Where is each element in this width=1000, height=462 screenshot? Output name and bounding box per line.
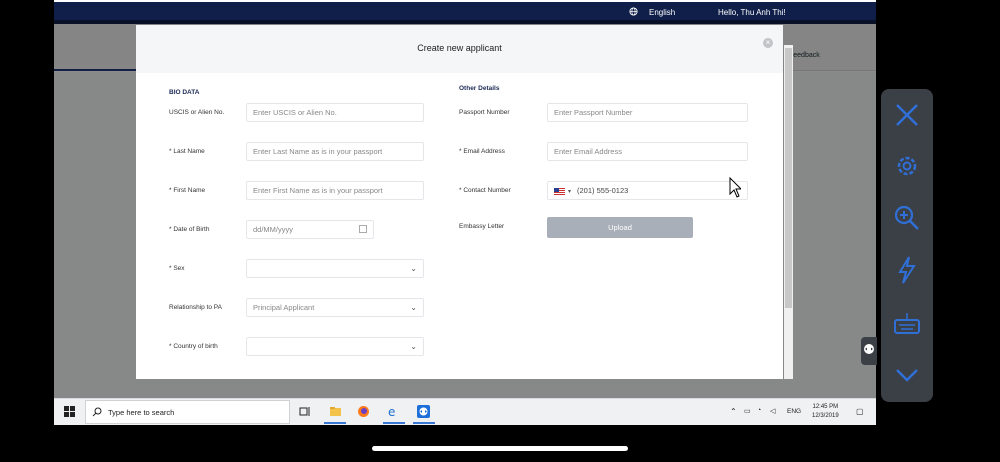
last-name-label: * Last Name bbox=[169, 148, 205, 155]
dob-label: * Date of Birth bbox=[169, 226, 210, 233]
uscis-label: USCIS or Alien No. bbox=[169, 109, 225, 116]
chevron-down-icon: ⌄ bbox=[410, 342, 417, 351]
last-name-input[interactable]: Enter Last Name as is in your passport bbox=[246, 142, 424, 161]
bio-data-heading: BIO DATA bbox=[169, 89, 200, 96]
user-greeting[interactable]: Hello, Thu Anh Thi! bbox=[718, 8, 786, 17]
windows-taskbar: Type here to search e ⌃ ▭ ◔ ◁ ENG 12:45 … bbox=[54, 398, 876, 425]
country-select[interactable]: ⌄ bbox=[246, 337, 424, 356]
volume-icon[interactable]: ◁ bbox=[770, 407, 775, 415]
create-applicant-modal: Create new applicant × BIO DATA Other De… bbox=[136, 25, 783, 379]
edge-icon[interactable]: e bbox=[387, 405, 400, 418]
active-app-indicator bbox=[383, 422, 405, 424]
chevron-down-icon: ⌄ bbox=[410, 303, 417, 312]
upload-button[interactable]: Upload bbox=[547, 217, 693, 238]
other-details-heading: Other Details bbox=[459, 85, 500, 92]
clock-time: 12:45 PM bbox=[812, 404, 839, 410]
search-icon bbox=[92, 407, 102, 417]
contact-label: * Contact Number bbox=[459, 187, 511, 194]
dob-input[interactable]: dd/MM/yyyy bbox=[246, 220, 374, 239]
keyboard-icon[interactable] bbox=[891, 308, 923, 340]
battery-icon[interactable]: ▭ bbox=[744, 407, 751, 415]
language-indicator[interactable]: ENG bbox=[787, 408, 801, 415]
passport-input[interactable]: Enter Passport Number bbox=[547, 103, 748, 122]
close-icon[interactable] bbox=[891, 99, 923, 131]
close-icon[interactable]: × bbox=[763, 38, 773, 48]
clock[interactable]: 12:45 PM 12/3/2019 bbox=[812, 403, 839, 421]
home-indicator[interactable] bbox=[372, 446, 628, 451]
language-selector[interactable]: English bbox=[649, 8, 675, 17]
windows-start-icon[interactable] bbox=[63, 405, 76, 418]
chevron-down-icon[interactable] bbox=[891, 359, 923, 391]
us-flag-icon[interactable] bbox=[554, 187, 565, 195]
sex-label: * Sex bbox=[169, 265, 185, 272]
email-input[interactable]: Enter Email Address bbox=[547, 142, 748, 161]
dob-placeholder: dd/MM/yyyy bbox=[253, 225, 294, 234]
contact-value: (201) 555-0123 bbox=[577, 186, 629, 195]
relationship-label: Relationship to PA bbox=[169, 304, 222, 311]
chevron-down-icon: ⌄ bbox=[410, 264, 417, 273]
embassy-label: Embassy Letter bbox=[459, 223, 505, 230]
uscis-input[interactable]: Enter USCIS or Alien No. bbox=[246, 103, 424, 122]
globe-icon[interactable] bbox=[629, 7, 638, 16]
firefox-icon[interactable] bbox=[357, 405, 370, 418]
zoom-in-icon[interactable] bbox=[891, 202, 923, 234]
active-app-indicator bbox=[324, 422, 346, 424]
teamviewer-tab-icon bbox=[864, 344, 874, 354]
first-name-label: * First Name bbox=[169, 187, 206, 194]
first-name-input[interactable]: Enter First Name as is in your passport bbox=[246, 181, 424, 200]
caret-down-icon[interactable]: ▾ bbox=[568, 189, 571, 195]
email-label: * Email Address bbox=[459, 148, 505, 155]
sex-select[interactable]: ⌄ bbox=[246, 259, 424, 278]
search-placeholder: Type here to search bbox=[108, 408, 175, 417]
remote-panel-tab[interactable] bbox=[861, 337, 877, 365]
screen: English Hello, Thu Anh Thi! Feedback Cre… bbox=[54, 0, 876, 424]
network-icon[interactable]: ◔ bbox=[757, 407, 761, 414]
lightning-icon[interactable] bbox=[891, 254, 923, 286]
modal-header: Create new applicant × bbox=[136, 25, 783, 73]
file-explorer-icon[interactable] bbox=[329, 405, 342, 418]
modal-scrollbar-thumb[interactable] bbox=[785, 48, 792, 308]
calendar-icon[interactable] bbox=[359, 225, 367, 233]
svg-text:e: e bbox=[388, 405, 395, 418]
modal-title: Create new applicant bbox=[417, 43, 502, 53]
relationship-select[interactable]: Principal Applicant ⌄ bbox=[246, 298, 424, 317]
teamviewer-icon[interactable] bbox=[417, 405, 430, 418]
task-view-icon[interactable] bbox=[298, 405, 311, 418]
active-app-indicator bbox=[413, 422, 435, 424]
gear-icon[interactable] bbox=[891, 150, 923, 182]
contact-input[interactable]: ▾ (201) 555-0123 bbox=[547, 181, 748, 200]
country-label: * Country of birth bbox=[169, 343, 218, 350]
mouse-cursor-icon bbox=[729, 177, 741, 198]
clock-date: 12/3/2019 bbox=[812, 413, 839, 419]
relationship-value: Principal Applicant bbox=[253, 303, 315, 312]
chevron-up-icon[interactable]: ⌃ bbox=[730, 407, 737, 416]
remote-control-panel bbox=[881, 89, 933, 402]
passport-label: Passport Number bbox=[459, 109, 510, 116]
notification-icon[interactable]: ▢ bbox=[856, 407, 864, 416]
taskbar-search[interactable]: Type here to search bbox=[85, 400, 290, 424]
